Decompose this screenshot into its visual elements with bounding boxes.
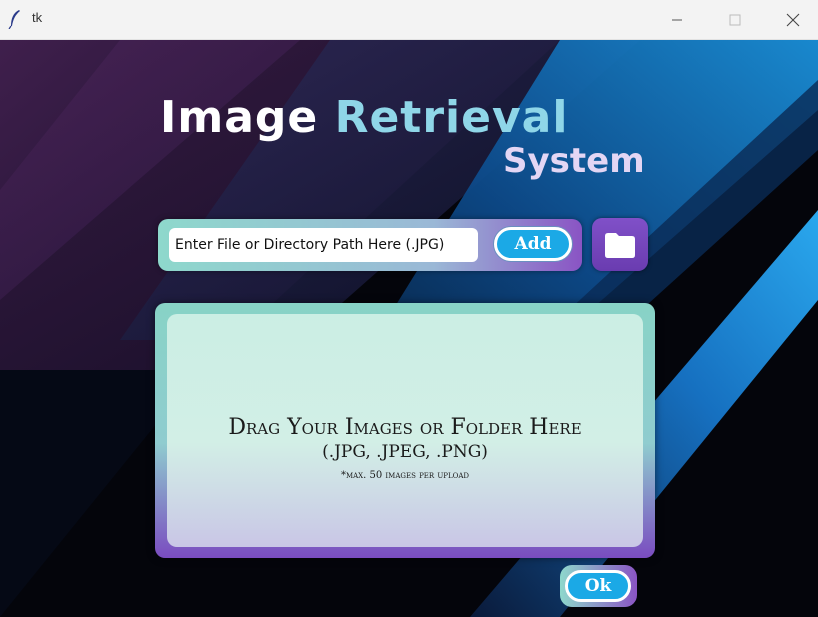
main-content: Image Retrieval System Add Drag Your Ima…: [0, 40, 818, 617]
title-bar[interactable]: tk: [0, 0, 818, 40]
add-button[interactable]: Add: [494, 227, 572, 261]
ok-button-frame: Ok: [560, 565, 637, 607]
close-icon: [786, 13, 800, 26]
title-word-retrieval: Retrieval: [334, 92, 569, 143]
app-subtitle: System: [503, 141, 645, 181]
drop-zone-formats: (.JPG, .JPEG, .PNG): [322, 442, 488, 462]
drop-zone-inner[interactable]: Drag Your Images or Folder Here (.JPG, .…: [167, 314, 643, 547]
path-input[interactable]: [169, 228, 478, 262]
folder-icon: [605, 232, 635, 258]
window-title: tk: [32, 10, 43, 25]
drop-zone-title: Drag Your Images or Folder Here: [228, 415, 582, 440]
drop-zone-note: *max. 50 images per upload: [340, 470, 470, 481]
maximize-icon: [729, 14, 741, 25]
minimize-button[interactable]: [654, 0, 700, 39]
title-word-image: Image: [160, 92, 319, 143]
path-bar: Add: [158, 219, 582, 271]
ok-button[interactable]: Ok: [565, 570, 631, 602]
minimize-icon: [672, 19, 682, 20]
maximize-button[interactable]: [712, 0, 758, 39]
browse-folder-button[interactable]: [592, 218, 648, 271]
app-title: Image Retrieval: [160, 96, 568, 140]
close-button[interactable]: [770, 0, 816, 39]
app-window: tk Image Retrieval System Enter File or …: [0, 0, 818, 617]
feather-icon: [8, 10, 20, 29]
drop-zone[interactable]: Drag Your Images or Folder Here (.JPG, .…: [155, 303, 655, 558]
